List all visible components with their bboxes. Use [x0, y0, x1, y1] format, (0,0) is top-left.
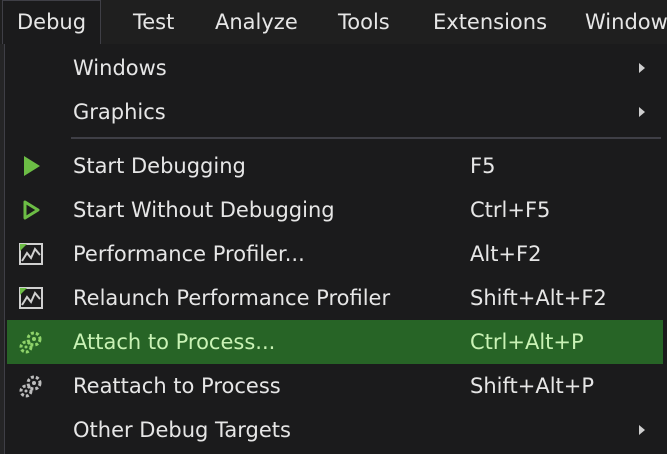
menu-item-reattach-to-process[interactable]: Reattach to Process Shift+Alt+P — [7, 364, 663, 408]
menu-item-windows[interactable]: Windows — [7, 46, 663, 90]
menu-debug[interactable]: Debug — [2, 0, 102, 44]
menu-item-label: Windows — [73, 56, 167, 80]
menu-item-shortcut: Shift+Alt+P — [470, 374, 595, 398]
menu-item-graphics[interactable]: Graphics — [7, 90, 663, 134]
menu-item-shortcut: Ctrl+F5 — [470, 198, 551, 222]
play-outline-icon — [23, 200, 40, 220]
menu-item-label: Start Without Debugging — [73, 198, 335, 222]
menu-item-start-without-debugging[interactable]: Start Without Debugging Ctrl+F5 — [7, 188, 663, 232]
menu-item-start-debugging[interactable]: Start Debugging F5 — [7, 144, 663, 188]
menu-item-shortcut: Shift+Alt+F2 — [470, 286, 607, 310]
menu-item-label: Other Debug Targets — [73, 418, 291, 442]
menu-item-shortcut: Ctrl+Alt+P — [470, 330, 584, 354]
menu-item-performance-profiler[interactable]: Performance Profiler... Alt+F2 — [7, 232, 663, 276]
gears-icon — [19, 331, 42, 354]
menu-item-other-debug-targets[interactable]: Other Debug Targets — [7, 408, 663, 452]
performance-chart-icon — [19, 243, 43, 265]
menu-item-attach-to-process[interactable]: Attach to Process... Ctrl+Alt+P — [7, 320, 663, 364]
menu-separator — [71, 137, 661, 139]
menu-item-label: Attach to Process... — [73, 330, 276, 354]
gears-icon — [19, 375, 42, 398]
debug-dropdown-menu: Windows Graphics Start Debugging F5 Star… — [4, 44, 667, 454]
submenu-arrow-icon — [639, 107, 645, 117]
menu-item-label: Graphics — [73, 100, 166, 124]
menu-item-label: Relaunch Performance Profiler — [73, 286, 391, 310]
submenu-arrow-icon — [639, 425, 645, 435]
menu-item-label: Performance Profiler... — [73, 242, 305, 266]
menu-item-relaunch-performance-profiler[interactable]: Relaunch Performance Profiler Shift+Alt+… — [7, 276, 663, 320]
menu-analyze[interactable]: Analyze — [201, 0, 312, 44]
submenu-arrow-icon — [639, 63, 645, 73]
menu-item-shortcut: F5 — [470, 154, 496, 178]
menu-test[interactable]: Test — [119, 0, 188, 44]
menu-extensions[interactable]: Extensions — [419, 0, 561, 44]
menu-bar: Debug Test Analyze Tools Extensions Wind… — [0, 0, 667, 44]
menu-item-label: Start Debugging — [73, 154, 246, 178]
menu-window[interactable]: Window — [571, 0, 667, 44]
menu-item-shortcut: Alt+F2 — [470, 242, 542, 266]
play-filled-icon — [24, 156, 40, 176]
performance-chart-icon — [19, 287, 43, 309]
menu-tools[interactable]: Tools — [324, 0, 404, 44]
menu-item-label: Reattach to Process — [73, 374, 281, 398]
